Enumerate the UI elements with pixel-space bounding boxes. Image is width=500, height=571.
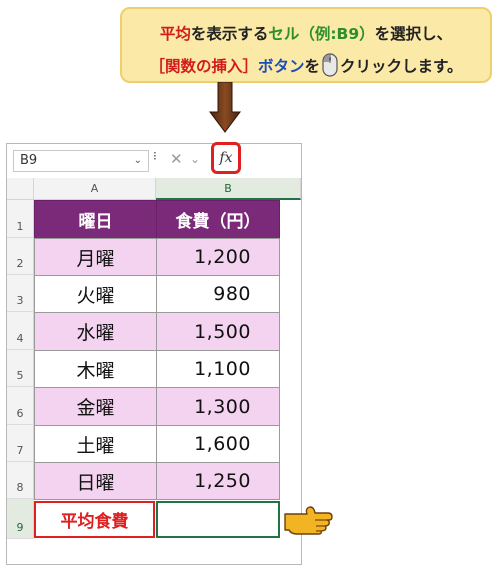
check-icon[interactable]: ⌄ (190, 152, 200, 166)
row-number: 9 (16, 521, 24, 534)
amount-cell[interactable]: 1,600 (156, 425, 280, 463)
row-number: 1 (16, 220, 24, 233)
callout-text-average: 平均 (159, 25, 191, 43)
average-value-cell-b9[interactable] (156, 501, 280, 538)
day-cell[interactable]: 金曜 (34, 387, 157, 426)
row-header-1[interactable]: 1 (7, 200, 34, 238)
row-header-8[interactable]: 8 (7, 462, 34, 499)
row-number: 3 (16, 294, 24, 307)
amount-cell[interactable]: 1,500 (156, 312, 280, 351)
chevron-down-icon[interactable]: ⌄ (134, 151, 142, 171)
day-cell[interactable]: 火曜 (34, 275, 157, 313)
insert-function-button[interactable]: fx (211, 142, 241, 174)
name-box[interactable]: B9 ⌄ (13, 150, 149, 172)
more-options-icon[interactable]: ⁝ (153, 150, 157, 162)
mouse-click-icon (322, 53, 338, 81)
day-cell[interactable]: 木曜 (34, 350, 157, 388)
row-number: 6 (16, 407, 24, 420)
table-header-amount[interactable]: 食費（円） (156, 200, 280, 239)
amount-cell[interactable]: 980 (156, 275, 280, 313)
row-header-7[interactable]: 7 (7, 425, 34, 462)
day-cell[interactable]: 水曜 (34, 312, 157, 351)
down-arrow-icon (209, 81, 241, 138)
average-label-cell[interactable]: 平均食費 (34, 501, 155, 538)
callout-text: クリックします。 (340, 57, 463, 76)
select-all-corner[interactable] (7, 178, 34, 200)
row-header-4[interactable]: 4 (7, 312, 34, 350)
row-number: 2 (16, 257, 24, 270)
day-cell[interactable]: 月曜 (34, 238, 157, 276)
row-number: 4 (16, 332, 24, 345)
callout-text: を (304, 57, 321, 76)
amount-cell[interactable]: 1,100 (156, 350, 280, 388)
row-header-6[interactable]: 6 (7, 387, 34, 425)
row-number: 7 (16, 444, 24, 457)
column-header-b[interactable]: B (156, 178, 301, 200)
callout-text-button: ボタン (258, 57, 305, 76)
callout-line-2: ［関数の挿入］ボタンを クリックします。 (122, 53, 490, 81)
pointing-hand-icon (283, 502, 333, 540)
row-header-2[interactable]: 2 (7, 238, 34, 275)
amount-cell[interactable]: 1,300 (156, 387, 280, 426)
fx-label: fx (219, 150, 233, 166)
callout-text: を選択し、 (374, 25, 453, 43)
row-header-5[interactable]: 5 (7, 350, 34, 387)
callout-text: を表示する (190, 25, 269, 43)
row-header-3[interactable]: 3 (7, 275, 34, 312)
instruction-callout: 平均を表示するセル（例:B9）を選択し、 ［関数の挿入］ボタンを クリックします。 (120, 7, 492, 83)
row-header-9[interactable]: 9 (7, 499, 34, 539)
callout-text-cell-example: セル（例:B9） (268, 25, 375, 43)
row-number: 8 (16, 481, 24, 494)
row-number: 5 (16, 369, 24, 382)
close-icon[interactable]: ✕ (170, 150, 183, 168)
formula-bar: B9 ⌄ ⁝ ✕ ⌄ fx (7, 142, 301, 179)
day-cell[interactable]: 日曜 (34, 462, 157, 500)
column-header-a[interactable]: A (34, 178, 156, 200)
amount-cell[interactable]: 1,200 (156, 238, 280, 276)
day-cell[interactable]: 土曜 (34, 425, 157, 463)
name-box-value: B9 (20, 153, 38, 168)
table-header-day[interactable]: 曜日 (34, 200, 157, 239)
callout-text-insert-function: ［関数の挿入］ (149, 57, 259, 76)
callout-line-1: 平均を表示するセル（例:B9）を選択し、 (122, 22, 490, 44)
spreadsheet-window: B9 ⌄ ⁝ ✕ ⌄ fx A B 1 2 3 4 5 6 7 8 9 曜日 食… (6, 142, 302, 565)
amount-cell[interactable]: 1,250 (156, 462, 280, 500)
